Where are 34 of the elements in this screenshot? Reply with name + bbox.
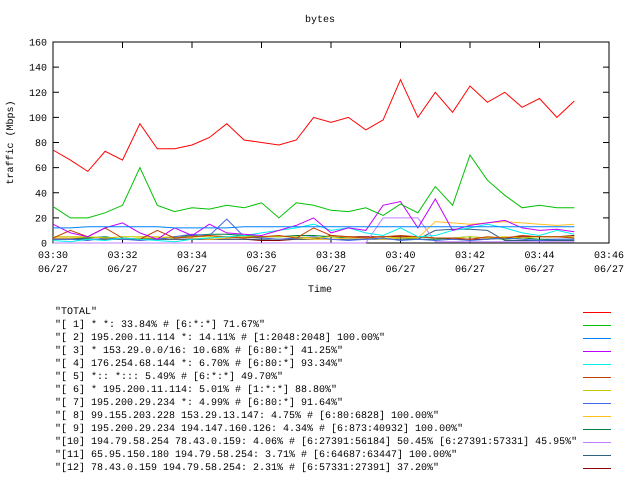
y-tick-label: 120 — [28, 88, 47, 100]
legend-label: "[ 1] * *: 33.84% # [6:*:*] 71.67%" — [55, 319, 266, 332]
x-tick-label: 03:30 06/27 — [38, 251, 68, 276]
legend-label: "[ 8] 99.155.203.228 153.29.13.147: 4.75% # [6:80:6828] 100.00%" — [55, 410, 440, 423]
legend-label: "[ 2] 195.200.11.114 *: 14.11% # [1:2048:2048] 100.00%" — [55, 332, 386, 345]
y-tick-label: 140 — [28, 64, 47, 75]
y-axis-label: traffic (Mbps) — [6, 100, 17, 184]
x-tick-label: 03:46 06/27 — [594, 251, 624, 276]
legend-label: "[ 7] 195.200.29.234 *: 4.99% # [6:80:*] 91.64%" — [55, 397, 344, 410]
legend-label: "[ 5] *:: *::: 5.49% # [6:*:*] 49.70%" — [55, 371, 284, 384]
x-tick-label: 03:44 06/27 — [524, 251, 554, 276]
x-tick-label: 03:42 06/27 — [455, 251, 485, 276]
x-axis-label: Time — [308, 285, 332, 296]
chart-title: bytes — [305, 15, 335, 26]
y-tick-label: 60 — [34, 164, 47, 176]
x-tick-label: 03:40 06/27 — [386, 251, 416, 276]
legend-label: "[12] 78.43.0.159 194.79.58.254: 2.31% # [6:57331:27391] 37.20%" — [55, 462, 440, 475]
x-tick-label: 03:38 06/27 — [316, 251, 346, 276]
x-tick-label: 03:32 06/27 — [108, 251, 138, 276]
legend-label: "[ 4] 176.254.68.144 *: 6.70% # [6:80:*] 93.34%" — [55, 358, 344, 371]
legend-label: "[ 3] * 153.29.0.0/16: 10.68% # [6:80:*] 41.25%" — [55, 345, 344, 358]
legend-label: "[11] 65.95.150.180 194.79.58.254: 3.71% # [6:64687:63447] 100.00%" — [55, 449, 458, 462]
x-tick-label: 03:36 06/27 — [246, 251, 276, 276]
y-tick-label: 80 — [34, 139, 47, 150]
y-tick-label: 20 — [34, 214, 47, 226]
y-tick-label: 0 — [40, 240, 47, 250]
legend-label: "[ 6] * 195.200.11.114: 5.01% # [1:*:*] 88.80%" — [55, 384, 338, 397]
y-tick-label: 160 — [28, 38, 47, 50]
legend-label: "[10] 194.79.58.254 78.43.0.159: 4.06% # [6:27391:56184] 50.45% [6:27391:57331] 45.95%" — [55, 436, 578, 449]
x-tick-label: 03:34 06/27 — [177, 251, 207, 276]
y-tick-label: 100 — [28, 114, 47, 125]
legend-label: "TOTAL" — [55, 306, 98, 319]
y-tick-label: 40 — [34, 189, 47, 200]
legend-label: "[ 9] 195.200.29.234 194.147.160.126: 4.34% # [6:873:40932] 100.00%" — [55, 423, 464, 436]
